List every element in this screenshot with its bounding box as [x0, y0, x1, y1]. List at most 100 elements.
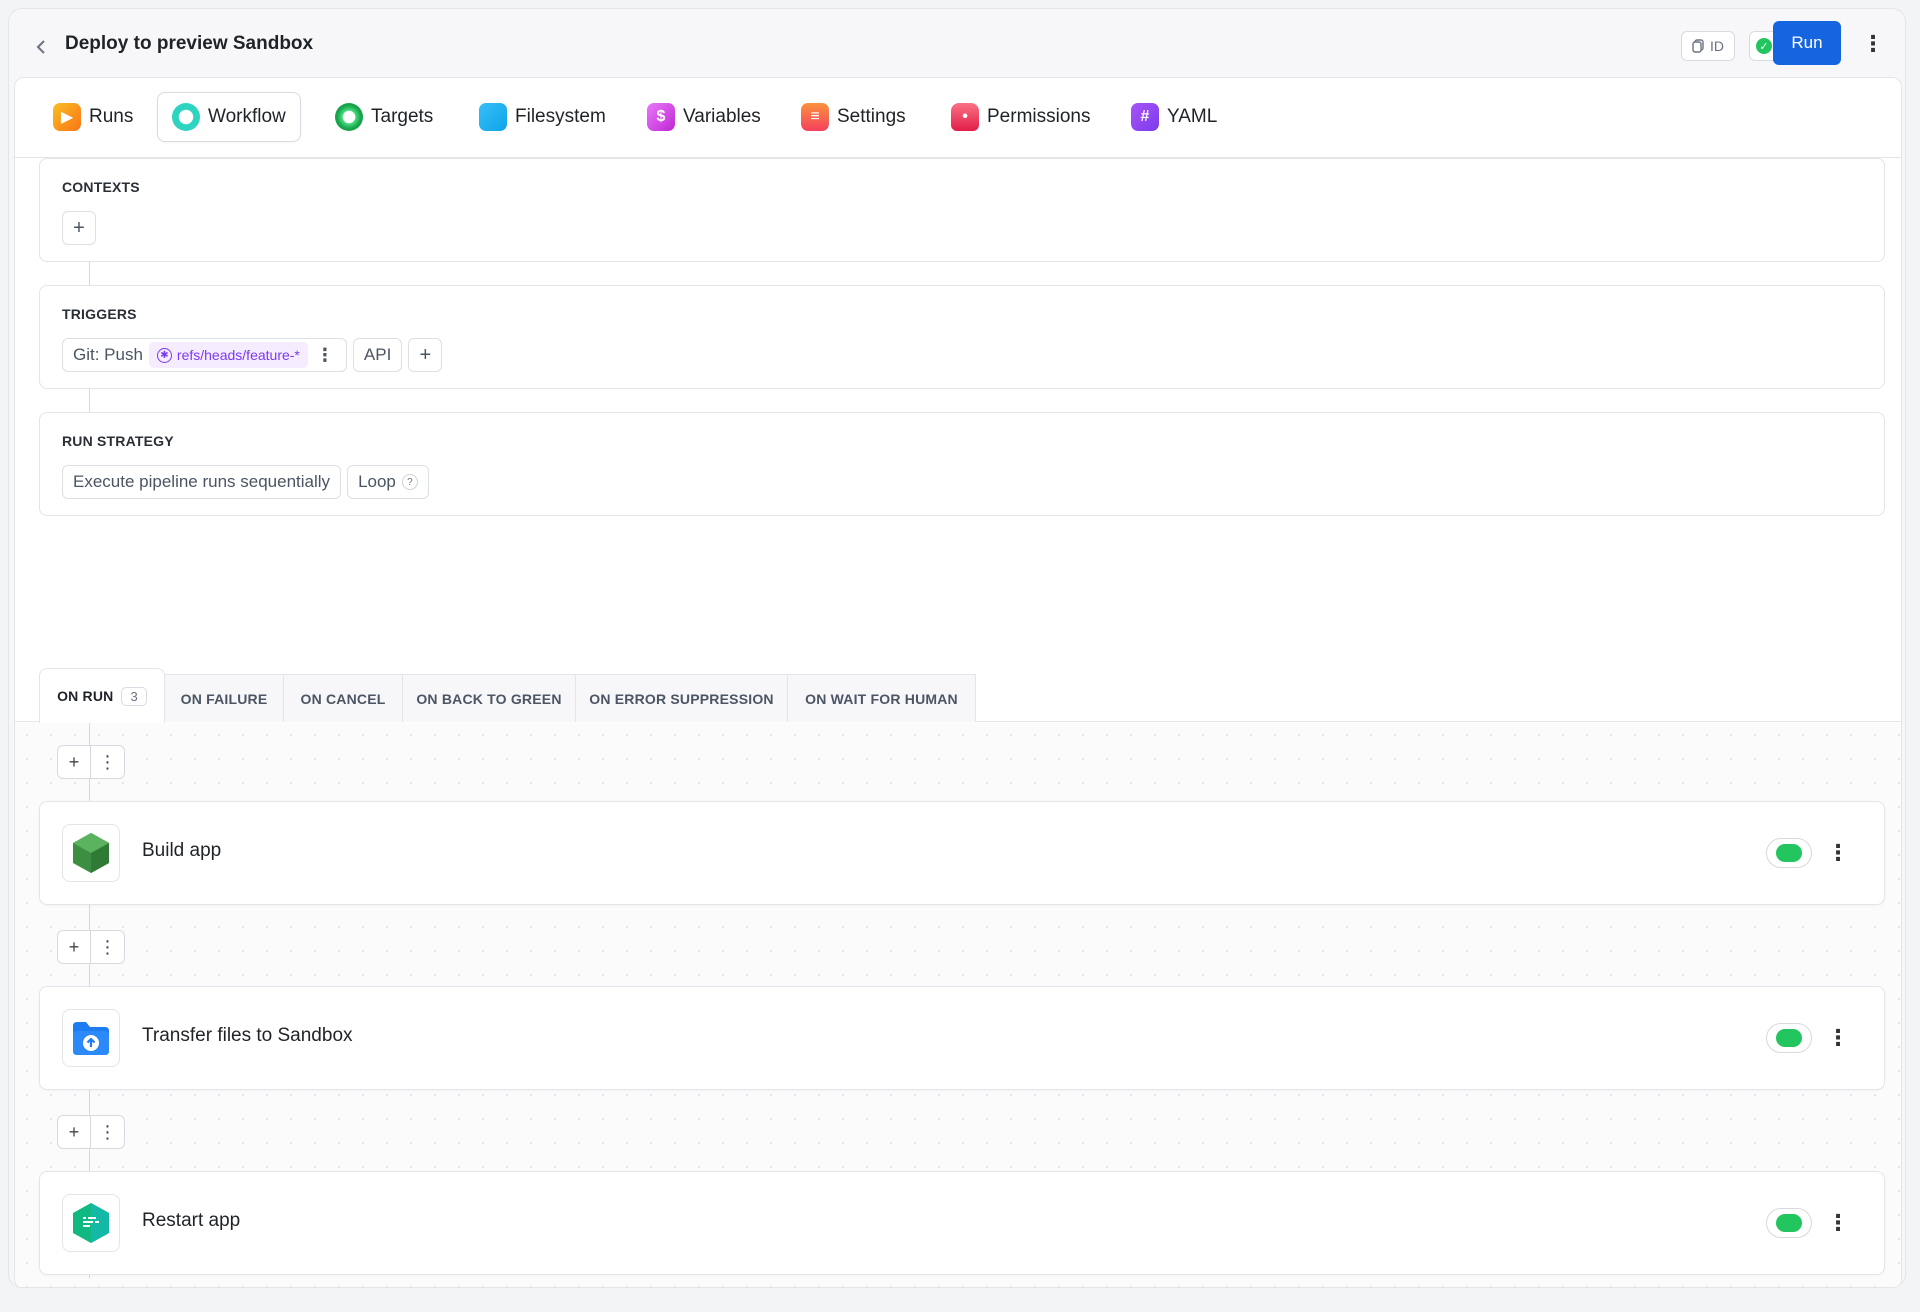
- action-name: Build app: [142, 840, 222, 861]
- yaml-icon: #: [1131, 103, 1159, 131]
- tab-label: Permissions: [987, 106, 1091, 127]
- tab-permissions[interactable]: • Permissions: [937, 92, 1104, 142]
- plus-icon: +: [68, 751, 80, 772]
- connector-line: [89, 261, 90, 286]
- connector-line: [89, 389, 90, 414]
- add-action-group: + ⋮: [57, 745, 125, 779]
- tab-settings[interactable]: ≡ Settings: [787, 92, 920, 142]
- settings-icon: ≡: [801, 103, 829, 131]
- header: Deploy to preview Sandbox ID ✓ Run ⋮: [9, 9, 1905, 77]
- run-strategy-chips: Execute pipeline runs sequentially Loop …: [62, 465, 429, 499]
- sandbox-app-icon: [62, 1194, 120, 1252]
- event-tab-label: ON ERROR SUPPRESSION: [589, 690, 774, 707]
- tab-on-run[interactable]: ON RUN 3: [39, 668, 165, 723]
- tab-on-wait-for-human[interactable]: ON WAIT FOR HUMAN: [787, 674, 976, 722]
- help-icon[interactable]: ?: [401, 474, 418, 490]
- action-name: Restart app: [142, 1210, 241, 1231]
- tab-runs[interactable]: ▶ Runs: [39, 92, 147, 142]
- add-action-button[interactable]: +: [58, 1116, 91, 1148]
- triggers-chips: Git: Push ✱ refs/heads/feature-* ⋮ API +: [62, 338, 443, 372]
- triggers-section: TRIGGERS Git: Push ✱ refs/heads/feature-…: [39, 285, 1885, 389]
- run-strategy-section: RUN STRATEGY Execute pipeline runs seque…: [39, 412, 1885, 516]
- app-window: Deploy to preview Sandbox ID ✓ Run ⋮ ▶ R…: [8, 8, 1906, 1288]
- pipeline-canvas: + ⋮ Build app ⋮ + ⋮ Transfer files to Sa…: [15, 723, 1901, 1287]
- insert-options-icon[interactable]: ⋮: [91, 1116, 124, 1148]
- tab-on-cancel[interactable]: ON CANCEL: [283, 674, 403, 722]
- tab-on-failure[interactable]: ON FAILURE: [164, 674, 284, 722]
- event-tab-label: ON FAILURE: [180, 690, 268, 707]
- run-mode-select[interactable]: Execute pipeline runs sequentially: [62, 465, 342, 499]
- run-mode-label: Execute pipeline runs sequentially: [73, 472, 331, 491]
- insert-options-icon[interactable]: ⋮: [91, 931, 124, 963]
- permissions-icon: •: [951, 103, 979, 131]
- trigger-options-icon[interactable]: ⋮: [314, 345, 336, 366]
- section-title: CONTEXTS: [62, 179, 140, 195]
- more-options-icon[interactable]: ⋮: [1862, 31, 1884, 57]
- nodejs-icon: [62, 824, 120, 882]
- workflow-content: CONTEXTS + TRIGGERS Git: Push ✱ refs/hea…: [15, 158, 1901, 1287]
- tab-label: Settings: [837, 106, 906, 127]
- tab-label: Workflow: [208, 106, 286, 127]
- run-button[interactable]: Run: [1773, 21, 1841, 65]
- event-tab-label: ON CANCEL: [300, 690, 386, 707]
- toggle-knob: [1776, 844, 1802, 862]
- filesystem-icon: [479, 103, 507, 131]
- tab-label: YAML: [1167, 106, 1218, 127]
- add-action-button[interactable]: +: [58, 746, 91, 778]
- page-title: Deploy to preview Sandbox: [65, 33, 314, 54]
- plus-icon: +: [68, 1121, 80, 1142]
- workflow-icon: [172, 103, 200, 131]
- tab-label: Variables: [683, 106, 761, 127]
- event-tab-bar: ON RUN 3 ON FAILURE ON CANCEL ON BACK TO…: [15, 668, 1901, 723]
- contexts-section: CONTEXTS +: [39, 158, 1885, 262]
- copy-icon: [1692, 39, 1704, 53]
- contexts-chips: +: [62, 211, 96, 245]
- tab-label: Targets: [371, 106, 434, 127]
- tab-on-back-to-green[interactable]: ON BACK TO GREEN: [402, 674, 576, 722]
- copy-id-button[interactable]: ID: [1681, 31, 1735, 61]
- add-context-button[interactable]: +: [62, 211, 96, 245]
- section-title: RUN STRATEGY: [62, 433, 174, 449]
- loop-label: Loop: [358, 472, 396, 491]
- event-tab-label: ON BACK TO GREEN: [416, 690, 562, 707]
- trigger-label: API: [363, 345, 392, 364]
- back-button[interactable]: [29, 29, 53, 65]
- ref-pattern-badge: ✱ refs/heads/feature-*: [148, 342, 308, 368]
- action-options-icon[interactable]: ⋮: [1827, 838, 1849, 868]
- api-trigger[interactable]: API: [352, 338, 403, 372]
- asterisk-icon: ✱: [156, 347, 172, 363]
- add-trigger-button[interactable]: +: [408, 338, 443, 372]
- count-badge: 3: [121, 686, 147, 706]
- section-title: TRIGGERS: [62, 306, 137, 322]
- action-enabled-toggle[interactable]: [1766, 838, 1812, 868]
- add-action-group: + ⋮: [57, 930, 125, 964]
- plus-icon: +: [68, 936, 80, 957]
- tab-variables[interactable]: $ Variables: [633, 92, 775, 142]
- plus-icon: +: [73, 216, 85, 239]
- upload-folder-icon: [62, 1009, 120, 1067]
- git-push-trigger[interactable]: Git: Push ✱ refs/heads/feature-* ⋮: [62, 338, 347, 372]
- tab-filesystem[interactable]: Filesystem: [465, 92, 620, 142]
- action-options-icon[interactable]: ⋮: [1827, 1208, 1849, 1238]
- loop-option[interactable]: Loop ?: [347, 465, 429, 499]
- event-tab-label: ON WAIT FOR HUMAN: [805, 690, 958, 707]
- add-action-button[interactable]: +: [58, 931, 91, 963]
- action-card[interactable]: Restart app ⋮: [39, 1171, 1885, 1275]
- action-enabled-toggle[interactable]: [1766, 1023, 1812, 1053]
- targets-icon: [335, 103, 363, 131]
- toggle-knob: [1776, 1029, 1802, 1047]
- tab-on-error-suppression[interactable]: ON ERROR SUPPRESSION: [575, 674, 788, 722]
- action-card[interactable]: Transfer files to Sandbox ⋮: [39, 986, 1885, 1090]
- tab-targets[interactable]: Targets: [321, 92, 447, 142]
- event-tab-label: ON RUN: [57, 688, 114, 704]
- check-circle-icon: ✓: [1756, 38, 1772, 54]
- tab-workflow[interactable]: Workflow: [157, 92, 301, 142]
- action-card[interactable]: Build app ⋮: [39, 801, 1885, 905]
- insert-options-icon[interactable]: ⋮: [91, 746, 124, 778]
- tab-bar: ▶ Runs Workflow Targets Filesystem $ Var…: [15, 78, 1901, 158]
- tab-label: Filesystem: [515, 106, 606, 127]
- tab-yaml[interactable]: # YAML: [1117, 92, 1231, 142]
- action-enabled-toggle[interactable]: [1766, 1208, 1812, 1238]
- ref-pattern: refs/heads/feature-*: [176, 347, 300, 363]
- action-options-icon[interactable]: ⋮: [1827, 1023, 1849, 1053]
